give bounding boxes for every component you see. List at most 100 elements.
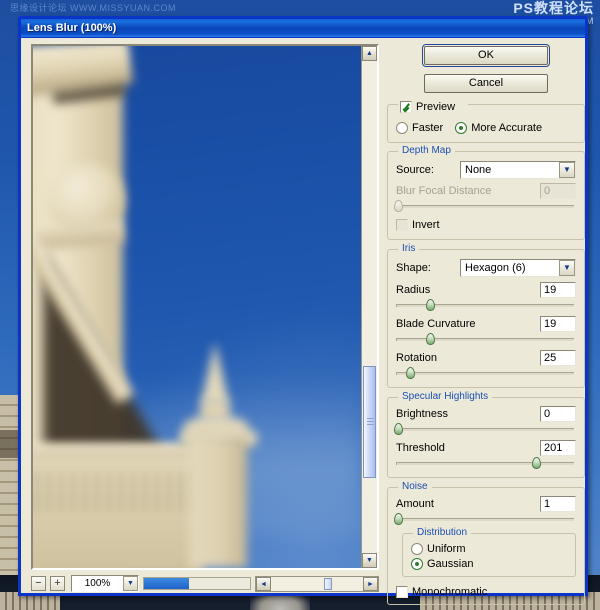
slider-track [396,304,574,307]
slider-track [396,372,574,375]
source-label: Source: [396,163,434,176]
distribution-legend: Distribution [413,527,472,538]
gaussian-radio[interactable] [411,557,423,570]
depth-map-legend: Depth Map [398,145,455,156]
dialog-titlebar[interactable]: Lens Blur (100%) [21,19,585,38]
quality-radio-row: Faster More Accurate [396,120,576,135]
blade-curvature-value[interactable]: 19 [540,316,576,332]
slider-thumb[interactable] [426,333,436,345]
gaussian-label: Gaussian [427,557,474,570]
iris-group: Iris Shape: Hexagon (6) ▼ Radius 19 Blad… [387,243,585,388]
brightness-slider[interactable] [393,423,576,436]
specular-highlights-group: Specular Highlights Brightness 0 Thresho… [387,391,585,478]
chevron-down-icon[interactable]: ▼ [559,161,575,178]
radius-value[interactable]: 19 [540,282,576,298]
preview-checkbox-row[interactable]: Preview [398,99,468,114]
scroll-left-icon[interactable]: ◄ [256,577,271,591]
brightness-label: Brightness [396,408,448,420]
faster-radio[interactable] [396,121,408,134]
slider-thumb[interactable] [406,367,416,379]
preview-pane[interactable]: ▲ ▼ [31,44,379,570]
threshold-slider[interactable] [396,457,576,470]
monochromatic-checkbox-row[interactable]: Monochromatic [396,584,576,599]
slider-track [396,338,574,341]
preview-options-group: Preview Faster More Accurate [387,99,585,143]
slider-thumb[interactable] [393,423,403,435]
radius-row: Radius 19 [396,282,576,298]
radius-label: Radius [396,284,431,296]
uniform-label: Uniform [427,542,466,555]
more-accurate-radio[interactable] [455,121,468,134]
more-accurate-label[interactable]: More Accurate [471,122,542,134]
shape-combobox[interactable]: Hexagon (6) ▼ [460,258,576,277]
invert-checkbox-row[interactable]: Invert [396,217,576,232]
preview-pier [189,438,247,568]
uniform-radio[interactable] [411,542,423,555]
threshold-row: Threshold 201 [396,440,576,456]
noise-group: Noise Amount 1 Distribution Uniform Gaus… [387,481,585,605]
zoom-level-combobox[interactable]: 100% ▼ [71,575,139,592]
zoom-out-button[interactable]: − [31,576,46,591]
chevron-down-icon[interactable]: ▼ [123,576,138,591]
slider-thumb[interactable] [393,200,403,212]
slider-thumb[interactable] [426,299,436,311]
faster-label[interactable]: Faster [412,122,443,134]
threshold-value[interactable]: 201 [540,440,576,456]
shape-label: Shape: [396,261,431,274]
source-row: Source: None ▼ [396,160,576,179]
slider-track [396,462,574,465]
shape-row: Shape: Hexagon (6) ▼ [396,258,576,277]
invert-checkbox[interactable] [396,218,408,231]
preview-image[interactable] [33,46,361,568]
amount-slider[interactable] [393,513,576,526]
preview-base-band [33,444,208,458]
preview-checkbox[interactable] [400,100,412,113]
rotation-value[interactable]: 25 [540,350,576,366]
ok-button[interactable]: OK [422,44,550,67]
gaussian-radio-row[interactable]: Gaussian [411,556,567,571]
preview-horizontal-scrollbar[interactable]: ◄ ► [255,576,379,592]
rotation-label: Rotation [396,352,437,364]
distribution-group: Distribution Uniform Gaussian [402,527,576,577]
scroll-up-icon[interactable]: ▲ [362,46,377,61]
monochromatic-label: Monochromatic [412,585,488,598]
uniform-radio-row[interactable]: Uniform [411,541,567,556]
blur-focal-distance-slider[interactable] [393,200,576,213]
rotation-row: Rotation 25 [396,350,576,366]
blade-curvature-label: Blade Curvature [396,318,476,330]
blur-focal-distance-label: Blur Focal Distance [396,185,492,197]
scroll-thumb-grip [367,418,374,426]
amount-row: Amount 1 [396,496,576,512]
controls-column: OK Cancel Preview Faster More Accurate D… [387,42,585,605]
slider-thumb[interactable] [532,457,542,469]
amount-value[interactable]: 1 [540,496,576,512]
radius-slider[interactable] [396,299,576,312]
preview-vertical-scrollbar[interactable]: ▲ ▼ [361,46,377,568]
lens-blur-dialog: Lens Blur (100%) ▲ ▼ − + 100% ▼ ◄ ► OK C… [18,16,588,605]
blur-focal-distance-row: Blur Focal Distance 0 [396,183,576,199]
source-combobox[interactable]: None ▼ [460,160,576,179]
preview-checkbox-label: Preview [416,100,456,113]
brightness-value[interactable]: 0 [540,406,576,422]
noise-legend: Noise [398,481,432,492]
slider-thumb[interactable] [393,513,403,525]
blur-focal-distance-value[interactable]: 0 [540,183,576,199]
slider-track [396,518,574,521]
invert-label: Invert [412,218,440,231]
chevron-down-icon[interactable]: ▼ [559,259,575,276]
dialog-body: ▲ ▼ − + 100% ▼ ◄ ► OK Cancel Preview Fas… [21,38,585,605]
blade-curvature-slider[interactable] [396,333,576,346]
scroll-down-icon[interactable]: ▼ [362,553,377,568]
source-value: None [465,163,492,176]
scroll-right-icon[interactable]: ► [363,577,378,591]
amount-label: Amount [396,498,434,510]
zoom-bar: − + 100% ▼ ◄ ► [31,575,379,593]
rotation-slider[interactable] [396,367,576,380]
shape-value: Hexagon (6) [465,261,526,274]
horizontal-scroll-thumb[interactable] [324,578,332,590]
monochromatic-checkbox[interactable] [396,585,408,598]
zoom-in-button[interactable]: + [50,576,65,591]
depth-map-group: Depth Map Source: None ▼ Blur Focal Dist… [387,145,585,240]
cancel-button[interactable]: Cancel [424,74,548,93]
vertical-scroll-thumb[interactable] [363,366,376,478]
